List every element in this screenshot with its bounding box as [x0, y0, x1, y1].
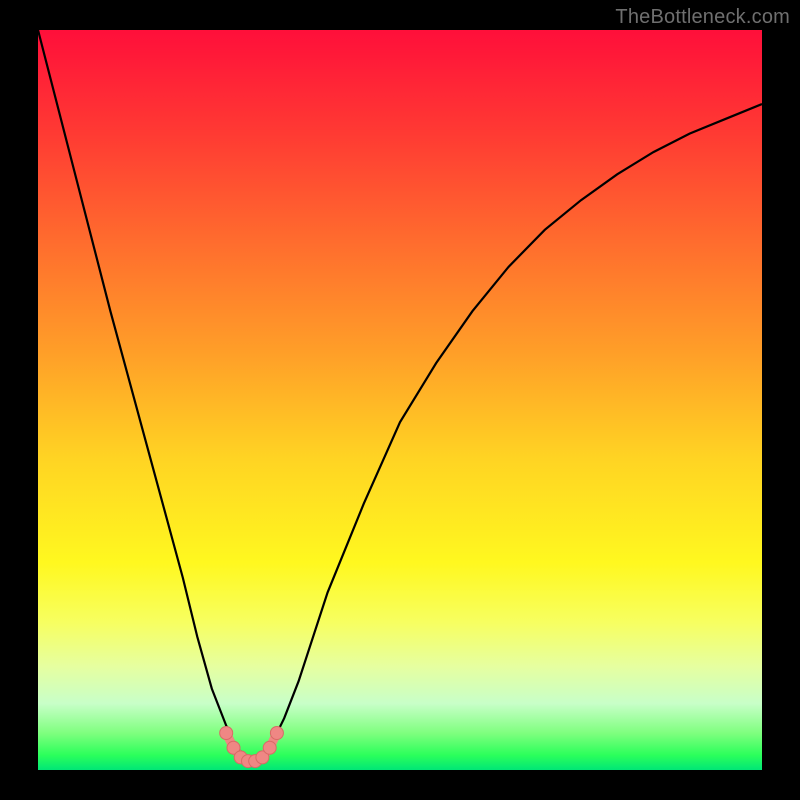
plot-area	[38, 30, 762, 770]
chart-frame: TheBottleneck.com	[0, 0, 800, 800]
watermark-text: TheBottleneck.com	[615, 6, 790, 29]
optimal-range-markers	[38, 30, 762, 770]
